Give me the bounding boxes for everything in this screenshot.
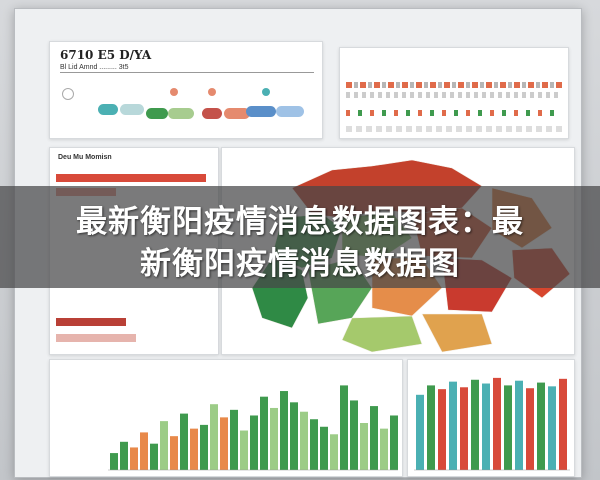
kpi-pill — [98, 104, 118, 115]
bar — [350, 400, 358, 470]
bar — [160, 421, 168, 470]
bar — [290, 402, 298, 470]
daily-cases-chart — [49, 359, 403, 477]
dashboard-subtitle: Bl Lid Amnd ......... 3t5 — [60, 64, 129, 71]
bar — [515, 380, 523, 470]
kpi-pill — [246, 106, 276, 117]
bar — [559, 378, 567, 470]
bar — [380, 428, 388, 470]
divider — [60, 72, 314, 73]
map-region — [421, 313, 493, 353]
bar — [537, 382, 545, 470]
dot-icon — [170, 88, 178, 96]
kpi-pill — [276, 106, 304, 117]
dot-icon — [262, 88, 270, 96]
highlight-row — [56, 334, 136, 342]
bar — [449, 381, 457, 470]
title-banner: 最新衡阳疫情消息数据图表：最 新衡阳疫情消息数据图 — [0, 186, 600, 288]
bar — [340, 385, 348, 470]
bar — [427, 385, 435, 470]
bar — [170, 436, 178, 470]
bar — [416, 394, 424, 470]
header-panel: 6710 E5 D/YA Bl Lid Amnd ......... 3t5 — [49, 41, 323, 139]
bar — [310, 419, 318, 470]
highlight-row — [56, 318, 126, 326]
bar — [548, 386, 556, 470]
district-bars-chart — [407, 359, 575, 477]
bars2-svg — [414, 377, 570, 471]
bar — [230, 409, 238, 470]
bar — [460, 387, 468, 470]
kpi-pill — [202, 108, 222, 119]
bar — [493, 377, 501, 470]
bar — [150, 443, 158, 470]
banner-line-1: 最新衡阳疫情消息数据图表：最 — [76, 204, 524, 240]
kpi-pill — [120, 104, 144, 115]
bar — [140, 432, 148, 470]
chart-icon — [62, 88, 74, 100]
bars1-svg — [108, 385, 398, 471]
bar — [120, 441, 128, 470]
summary-strip — [346, 92, 562, 98]
dashboard-title: 6710 E5 D/YA — [60, 48, 152, 62]
bar — [200, 424, 208, 470]
bar — [504, 385, 512, 470]
bar — [300, 411, 308, 470]
bar — [526, 388, 534, 470]
dot-icon — [208, 88, 216, 96]
kpi-pill — [168, 108, 194, 119]
summary-strip — [346, 82, 562, 88]
summary-strip — [346, 126, 562, 132]
bar — [438, 389, 446, 470]
highlight-row — [56, 174, 206, 182]
bar — [240, 430, 248, 470]
summary-strip — [346, 110, 562, 116]
bar — [360, 423, 368, 470]
bar — [270, 407, 278, 470]
bar — [210, 404, 218, 470]
bar — [471, 379, 479, 470]
bar — [390, 415, 398, 470]
banner-line-2: 新衡阳疫情消息数据图 — [140, 246, 460, 282]
bar — [180, 413, 188, 470]
bar — [370, 406, 378, 470]
summary-panel — [339, 47, 569, 139]
map-region — [341, 315, 423, 353]
kpi-pill — [146, 108, 168, 119]
bar — [330, 434, 338, 470]
bar — [280, 391, 288, 470]
bar — [260, 396, 268, 470]
bar — [320, 426, 328, 470]
list-title: Deu Mu Momisn — [58, 154, 112, 161]
bar — [190, 428, 198, 470]
bar — [130, 447, 138, 470]
bar — [110, 453, 118, 470]
bar — [250, 415, 258, 470]
bar — [482, 383, 490, 470]
bar — [220, 417, 228, 470]
